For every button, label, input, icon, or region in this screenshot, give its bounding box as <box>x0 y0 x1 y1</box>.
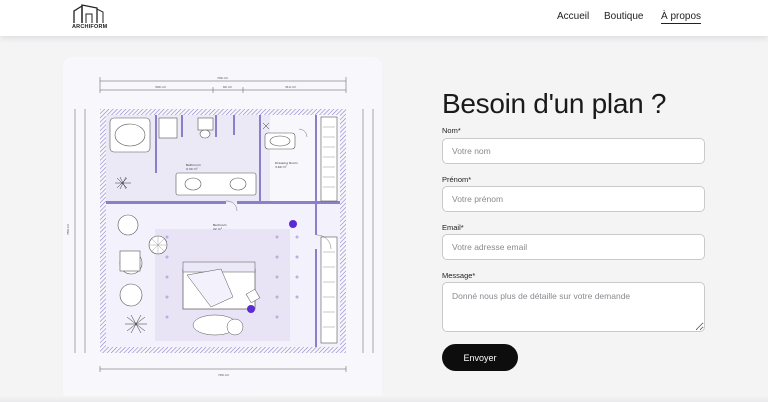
nav-item-a-propos[interactable]: À propos <box>661 11 702 24</box>
message-textarea[interactable] <box>442 282 705 332</box>
footer-edge <box>0 396 768 402</box>
dim-total-height: 780 cm <box>66 224 70 235</box>
floor-plan-image: 790 cm 390 cm 60 cm 310 cm 790 cm 780 cm <box>63 57 382 402</box>
dim-bottom-width: 790 cm <box>218 373 229 377</box>
nom-label: Nom* <box>442 126 461 135</box>
brand-name: ARCHIFORM <box>72 24 108 30</box>
page-title: Besoin d'un plan ? <box>442 88 667 119</box>
site-header: ARCHIFORM Accueil Boutique À propos <box>0 0 768 36</box>
message-label: Message* <box>442 271 476 280</box>
floor-plan-drawing: 790 cm 390 cm 60 cm 310 cm 790 cm 780 cm <box>66 76 374 377</box>
email-input[interactable] <box>442 234 705 260</box>
archiform-logo[interactable]: ARCHIFORM <box>72 3 108 33</box>
nom-input[interactable] <box>442 138 705 164</box>
nav-item-accueil[interactable]: Accueil <box>557 11 589 22</box>
submit-button[interactable]: Envoyer <box>442 344 518 371</box>
room-area-bedroom: 22 m² <box>213 227 223 231</box>
email-label: Email* <box>442 223 464 232</box>
dim-segment-b: 60 cm <box>223 85 232 89</box>
prenom-input[interactable] <box>442 186 705 212</box>
nav-item-boutique[interactable]: Boutique <box>604 11 643 22</box>
prenom-label: Prénom* <box>442 175 472 184</box>
room-area-bathroom: 9.30 m² <box>186 167 199 171</box>
house-logo-icon <box>73 4 104 23</box>
dim-segment-c: 310 cm <box>285 85 296 89</box>
dim-segment-a: 390 cm <box>155 85 166 89</box>
room-area-dressing: 3.60 m² <box>275 165 288 169</box>
dim-total-width: 790 cm <box>217 76 228 80</box>
